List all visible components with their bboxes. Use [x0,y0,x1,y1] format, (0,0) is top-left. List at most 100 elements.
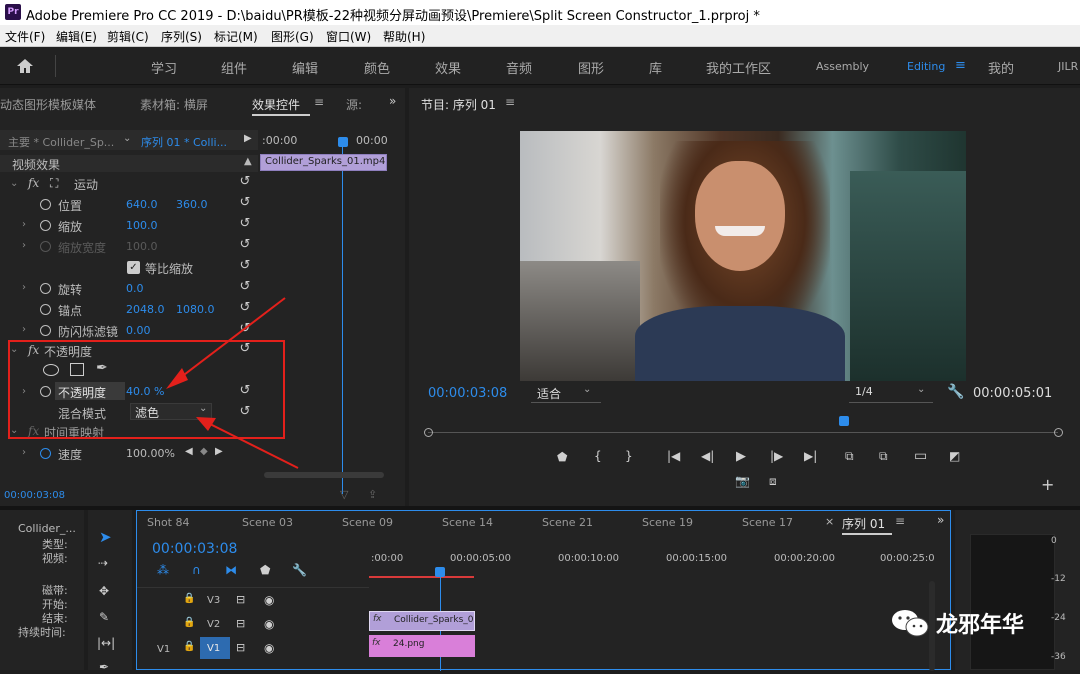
menu-marker[interactable]: 标记(M) [214,28,258,45]
pen-tool-icon[interactable]: ✒ [99,660,109,674]
safe-margins-icon[interactable]: ▭ [914,448,927,464]
add-marker-icon[interactable]: ⬟ [557,450,567,464]
clip-24-png[interactable]: fx 24.png [369,635,475,657]
eye-icon[interactable]: ◉ [264,617,274,631]
annotation-arrows [166,297,299,469]
timeline-playhead[interactable] [435,567,445,577]
tab-program[interactable]: 节目: 序列 01 [421,96,496,113]
menu-clip[interactable]: 剪辑(C) [107,28,149,45]
fit-select[interactable]: 适合 ⌄ [531,384,601,403]
tab-scene-14[interactable]: Scene 14 [442,516,493,529]
out-point-handle[interactable] [1054,428,1063,437]
step-forward-icon[interactable]: |▶ [770,449,783,463]
ws-libraries[interactable]: 库 [649,58,662,77]
menu-help[interactable]: 帮助(H) [383,28,425,45]
settings-wrench-icon[interactable]: 🔧 [947,384,964,400]
in-point-handle[interactable] [424,428,433,437]
ws-jilr[interactable]: JILR [1058,60,1078,73]
lock-icon[interactable]: 🔒 [183,617,195,628]
ws-color[interactable]: 颜色 [364,58,390,77]
eye-icon[interactable]: ◉ [264,641,274,655]
workspace-menu-icon[interactable]: ≡ [955,58,966,73]
ws-my-workspace[interactable]: 我的工作区 [706,58,771,77]
track-select-tool-icon[interactable]: ⇢ [98,556,108,570]
button-editor-icon[interactable]: ⧈ [769,474,777,489]
close-tab-icon[interactable]: × [825,515,834,528]
sync-lock-icon[interactable]: ⊟ [236,617,245,630]
lock-icon[interactable]: 🔒 [183,593,195,604]
panel-menu-icon[interactable]: ≡ [895,514,905,528]
sync-lock-icon[interactable]: ⊟ [236,641,245,654]
more-tabs-icon[interactable]: » [937,513,944,527]
menu-edit[interactable]: 编辑(E) [56,28,97,45]
lift-icon[interactable]: ⧉ [845,449,854,464]
title-bar: Pr Adobe Premiere Pro CC 2019 - D:\baidu… [0,0,1080,25]
settings-wrench-icon[interactable]: 🔧 [292,563,307,577]
meter-0: 0 [1051,536,1057,546]
ws-assembly-cn[interactable]: 组件 [221,58,247,77]
tab-shot-84[interactable]: Shot 84 [147,516,190,529]
menu-graphics[interactable]: 图形(G) [271,28,314,45]
razor-tool-icon[interactable]: ✎ [99,610,109,624]
timeline-timecode[interactable]: 00:00:03:08 [152,541,237,557]
ruler-25: 00:00:25:0 [880,553,935,564]
go-to-in-icon[interactable]: |◀ [667,449,680,463]
track-v3[interactable]: V3 [207,595,220,606]
chevron-down-icon: ⌄ [917,384,926,395]
linked-selection-icon[interactable]: ⧓ [225,563,237,577]
clip-collider-sparks[interactable]: fx Collider_Sparks_0 [369,611,475,631]
quality-select[interactable]: 1/4 ⌄ [849,384,933,403]
source-patch-v1[interactable]: V1 [157,644,170,655]
tab-scene-09[interactable]: Scene 09 [342,516,393,529]
program-timecode[interactable]: 00:00:03:08 [428,386,507,401]
menu-file[interactable]: 文件(F) [5,28,45,45]
work-area-bar[interactable] [369,576,474,578]
ws-effects[interactable]: 效果 [435,58,461,77]
program-monitor: 节目: 序列 01 ≡ 00:00:03:08 适合 ⌄ 1/4 ⌄ 🔧 00:… [409,88,1080,506]
menu-sequence[interactable]: 序列(S) [161,28,202,45]
add-button-icon[interactable]: + [1041,475,1054,494]
ripple-edit-tool-icon[interactable]: ✥ [99,584,109,598]
tab-scene-17[interactable]: Scene 17 [742,516,793,529]
panel-menu-icon[interactable]: ≡ [505,95,515,109]
watermark-text: 龙邪年华 [936,613,1025,638]
ws-mine[interactable]: 我的 [988,58,1014,77]
menu-window[interactable]: 窗口(W) [326,28,371,45]
tab-scene-03[interactable]: Scene 03 [242,516,293,529]
comparison-view-icon[interactable]: ◩ [949,449,960,463]
scrub-track[interactable] [428,432,1058,433]
extract-icon[interactable]: ⧉ [879,449,888,464]
tab-sequence-01[interactable]: 序列 01 [842,515,885,532]
chevron-down-icon: ⌄ [583,384,592,395]
nest-icon[interactable]: ⁂ [157,563,169,577]
go-to-out-icon[interactable]: ▶| [804,449,817,463]
snap-icon[interactable]: ∩ [192,563,201,577]
mark-in-icon[interactable]: { [594,449,602,463]
tab-scene-21[interactable]: Scene 21 [542,516,593,529]
premiere-logo-icon: Pr [5,4,21,20]
ws-audio[interactable]: 音频 [506,58,532,77]
selection-tool-icon[interactable]: ➤ [99,528,112,546]
mark-out-icon[interactable]: } [625,449,633,463]
add-marker-icon[interactable]: ⬟ [260,563,270,577]
track-v2[interactable]: V2 [207,619,220,630]
export-frame-icon[interactable]: 📷 [735,474,750,488]
play-icon[interactable]: ▶ [736,449,746,464]
ws-editing[interactable]: Editing [907,60,945,73]
step-back-icon[interactable]: ◀| [701,449,714,463]
slip-tool-icon[interactable]: |↔| [97,636,115,650]
lock-icon[interactable]: 🔒 [183,641,195,652]
tab-scene-19[interactable]: Scene 19 [642,516,693,529]
ws-graphics[interactable]: 图形 [578,58,604,77]
home-icon[interactable] [16,58,34,74]
info-panel: Collider_... 类型: 视频: 磁带: 开始: 结束: 持续时间: [0,510,84,670]
eye-icon[interactable]: ◉ [264,593,274,607]
ws-assembly[interactable]: Assembly [816,60,869,73]
wechat-icon [892,610,929,637]
ws-learn[interactable]: 学习 [151,58,177,77]
program-playhead[interactable] [838,416,849,426]
sync-lock-icon[interactable]: ⊟ [236,593,245,606]
track-v1[interactable]: V1 [207,643,220,654]
ws-editing-cn[interactable]: 编辑 [292,58,318,77]
video-preview [520,131,966,381]
